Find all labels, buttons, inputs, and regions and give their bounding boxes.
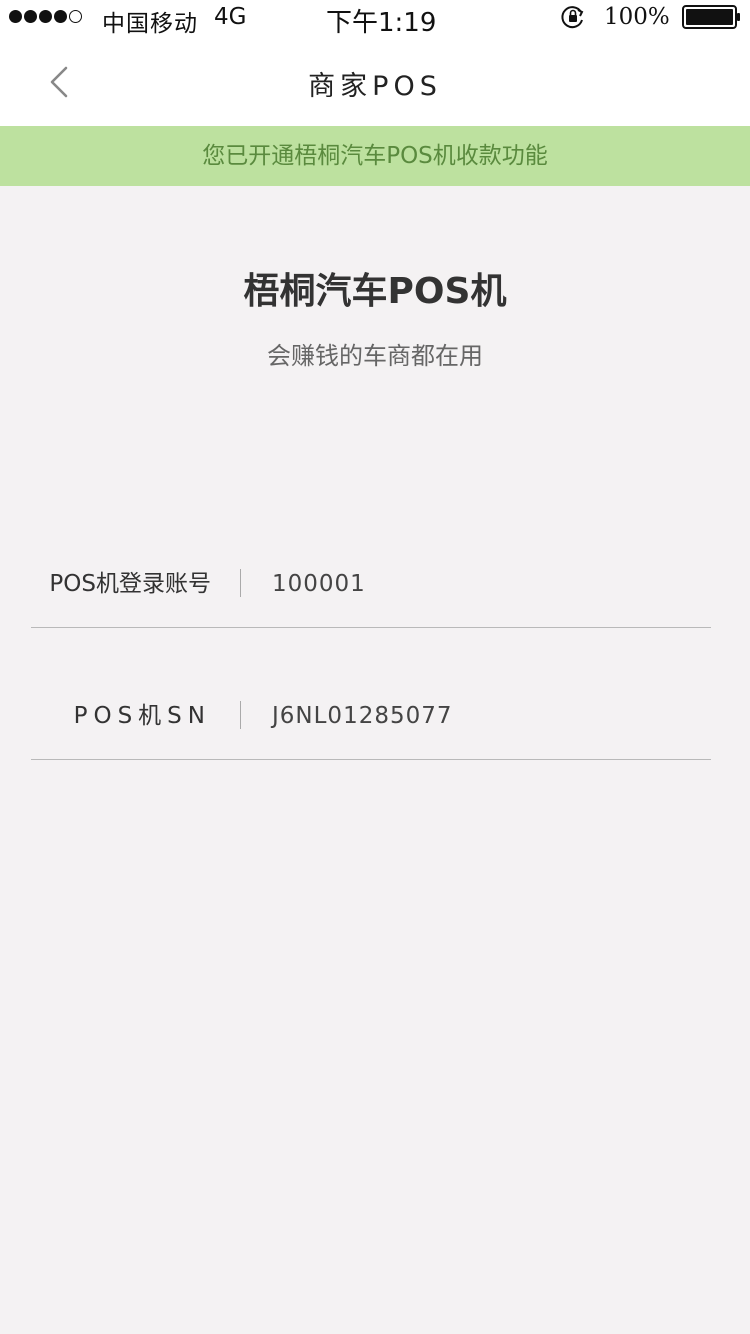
pos-sn-value: J6NL01285077 [272,703,453,729]
product-slogan: 会赚钱的车商都在用 [267,342,483,370]
activation-banner: 您已开通梧桐汽车POS机收款功能 [0,126,750,186]
nav-bar: 商家POS [0,34,750,126]
pos-sn-row: POS机SN J6NL01285077 [31,699,711,760]
pos-account-row: POS机登录账号 100001 [31,567,711,628]
signal-strength-icon [9,10,82,24]
field-divider [240,701,241,729]
signal-dot [24,10,37,23]
signal-dot [39,10,52,23]
network-type: 4G [214,4,247,30]
page-title: 商家POS [308,71,442,102]
signal-dot [54,10,67,23]
signal-dot [69,10,82,23]
product-title: 梧桐汽车POS机 [243,271,507,312]
signal-dot [9,10,22,23]
carrier-name: 中国移动 [102,11,198,37]
field-divider [240,569,241,597]
battery-percent: 100% [604,4,670,30]
status-bar: 中国移动 4G 下午1:19 100% [0,0,750,38]
pos-account-value: 100001 [272,571,366,597]
pos-sn-label: POS机SN [73,703,211,729]
pos-account-label: POS机登录账号 [49,571,211,597]
rotation-lock-icon [561,6,584,29]
battery-icon [682,5,740,29]
